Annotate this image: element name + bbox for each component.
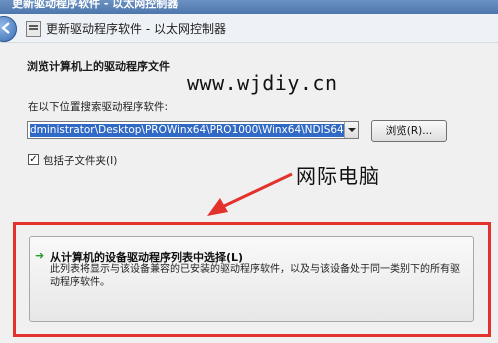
green-arrow-icon: ➜ <box>35 249 45 262</box>
option-description: 此列表将显示与该设备兼容的已安装的驱动程序软件，以及与该设备处于同一类别下的所有… <box>50 264 460 288</box>
